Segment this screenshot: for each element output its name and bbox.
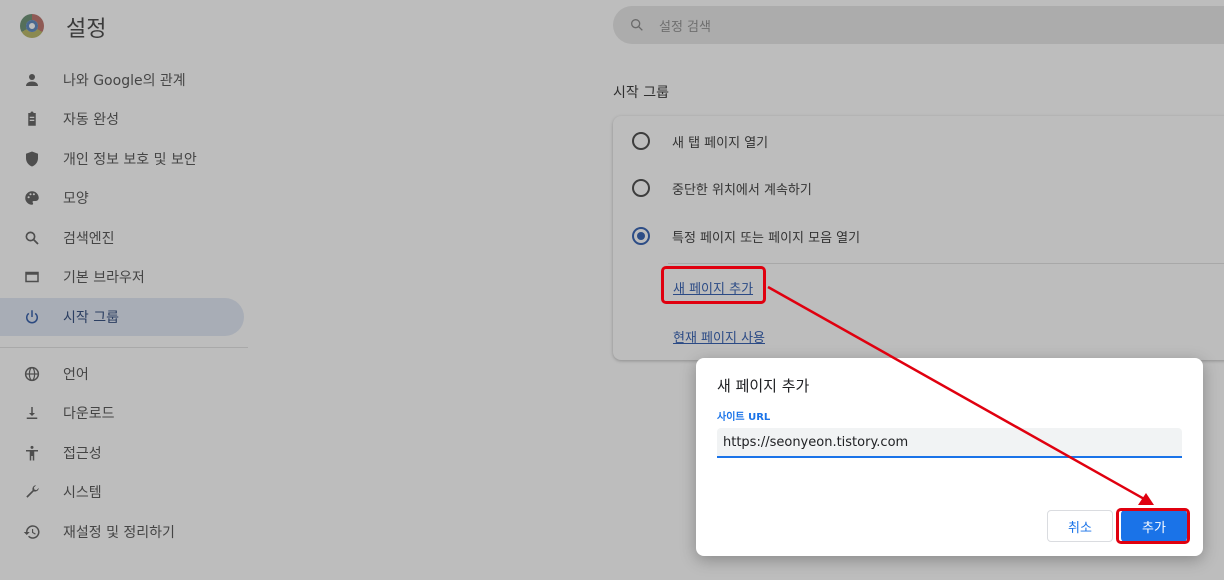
wrench-icon <box>21 481 43 503</box>
sidebar-item-languages[interactable]: 언어 <box>0 355 244 393</box>
chrome-logo-icon <box>20 14 44 38</box>
sidebar-item-appearance[interactable]: 모양 <box>0 179 244 217</box>
option-label: 특정 페이지 또는 페이지 모음 열기 <box>672 230 861 246</box>
sidebar-item-search-engine[interactable]: 검색엔진 <box>0 219 244 257</box>
sidebar-item-label: 다운로드 <box>63 406 115 422</box>
use-current-pages-link[interactable]: 현재 페이지 사용 <box>673 327 765 346</box>
radio-button[interactable] <box>632 132 650 150</box>
download-icon <box>21 402 43 424</box>
option-label: 중단한 위치에서 계속하기 <box>672 182 812 198</box>
sidebar-item-label: 모양 <box>63 191 89 207</box>
palette-icon <box>21 187 43 209</box>
sidebar-divider <box>0 347 248 348</box>
sidebar-item-startup[interactable]: 시작 그룹 <box>0 298 244 336</box>
page-title: 설정 <box>66 17 107 42</box>
add-button[interactable]: 추가 <box>1121 510 1187 542</box>
power-icon <box>21 306 43 328</box>
add-page-dialog: 새 페이지 추가 사이트 URL 취소 추가 <box>696 358 1203 556</box>
sidebar-item-downloads[interactable]: 다운로드 <box>0 394 244 432</box>
sidebar-item-autofill[interactable]: 자동 완성 <box>0 100 244 138</box>
accessibility-icon <box>21 442 43 464</box>
search-placeholder: 설정 검색 <box>659 20 711 35</box>
sidebar-item-label: 기본 브라우저 <box>63 270 145 286</box>
sidebar-item-label: 나와 Google의 관계 <box>63 73 186 89</box>
sidebar-item-default-browser[interactable]: 기본 브라우저 <box>0 258 244 296</box>
dialog-title: 새 페이지 추가 <box>717 377 810 395</box>
annotation-highlight-add-link <box>661 266 766 304</box>
startup-option-continue[interactable]: 중단한 위치에서 계속하기 <box>613 165 1224 211</box>
startup-option-specific-pages[interactable]: 특정 페이지 또는 페이지 모음 열기 <box>613 213 1224 259</box>
sidebar-item-you-and-google[interactable]: 나와 Google의 관계 <box>0 61 244 99</box>
card-divider <box>668 263 1224 264</box>
sidebar-item-accessibility[interactable]: 접근성 <box>0 434 244 472</box>
search-icon <box>631 18 643 31</box>
browser-icon <box>21 266 43 288</box>
site-url-label: 사이트 URL <box>717 412 771 423</box>
sidebar-item-label: 시스템 <box>63 485 102 501</box>
sidebar-item-label: 시작 그룹 <box>63 310 119 326</box>
sidebar-item-system[interactable]: 시스템 <box>0 473 244 511</box>
radio-button-checked[interactable] <box>632 227 650 245</box>
history-icon <box>21 521 43 543</box>
sidebar-item-privacy[interactable]: 개인 정보 보호 및 보안 <box>0 140 244 178</box>
shield-icon <box>21 148 43 170</box>
search-icon <box>21 227 43 249</box>
option-label: 새 탭 페이지 열기 <box>672 135 769 151</box>
person-icon <box>21 69 43 91</box>
sidebar-item-label: 언어 <box>63 367 89 383</box>
globe-icon <box>21 363 43 385</box>
startup-option-new-tab[interactable]: 새 탭 페이지 열기 <box>613 118 1224 164</box>
clipboard-icon <box>21 108 43 130</box>
sidebar-item-label: 개인 정보 보호 및 보안 <box>63 152 197 168</box>
sidebar-item-label: 재설정 및 정리하기 <box>63 525 175 541</box>
sidebar-item-label: 자동 완성 <box>63 112 119 128</box>
radio-button[interactable] <box>632 179 650 197</box>
site-url-input[interactable] <box>717 428 1182 458</box>
sidebar-item-label: 접근성 <box>63 446 102 462</box>
startup-options-card: 새 탭 페이지 열기 중단한 위치에서 계속하기 특정 페이지 또는 페이지 모… <box>613 116 1224 360</box>
sidebar-item-label: 검색엔진 <box>63 231 115 247</box>
startup-section-title: 시작 그룹 <box>613 85 669 101</box>
sidebar-item-reset[interactable]: 재설정 및 정리하기 <box>0 513 244 551</box>
cancel-button[interactable]: 취소 <box>1047 510 1113 542</box>
settings-search-box[interactable]: 설정 검색 <box>613 6 1224 44</box>
